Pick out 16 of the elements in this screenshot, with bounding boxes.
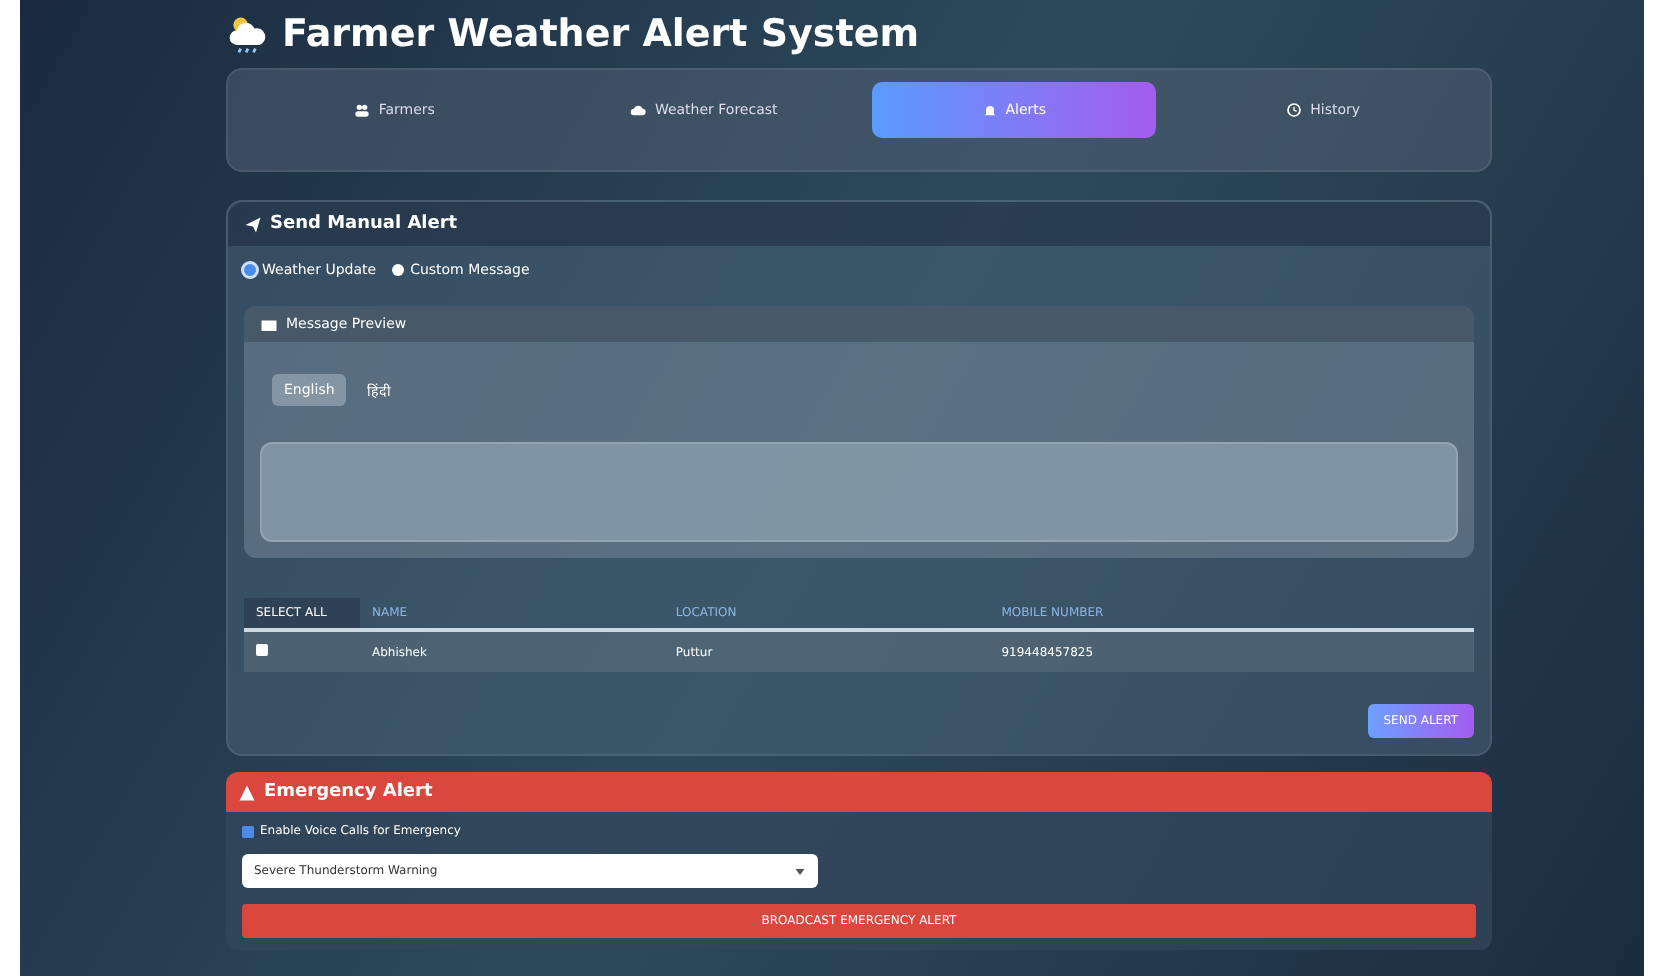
row-checkbox[interactable] <box>256 644 268 656</box>
card-title: Send Manual Alert <box>270 214 458 234</box>
envelope-icon <box>260 315 278 333</box>
caret-icon <box>794 865 806 877</box>
app-title: Farmer Weather Alert System <box>282 12 920 56</box>
cloud-icon <box>630 102 647 118</box>
people-icon <box>354 102 371 118</box>
bell-icon <box>981 102 998 118</box>
voice-calls-checkbox[interactable] <box>242 825 254 837</box>
paper-plane-icon <box>244 215 262 233</box>
radio-button[interactable] <box>244 264 256 276</box>
emergency-title: Emergency Alert <box>264 782 433 802</box>
radio-button[interactable] <box>392 264 405 276</box>
warning-icon <box>238 783 256 801</box>
cloud-icon <box>226 12 270 56</box>
clock-icon <box>1286 102 1303 118</box>
